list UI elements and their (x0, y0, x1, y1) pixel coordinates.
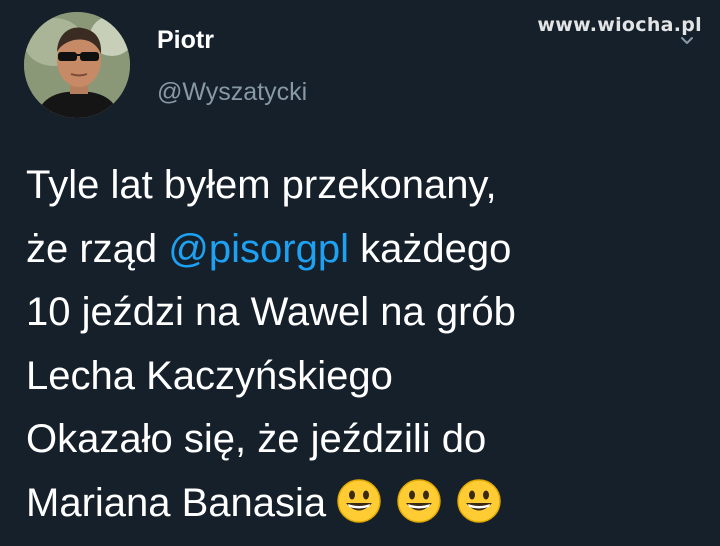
tweet-line: 10 jeździ na Wawel na grób (26, 290, 516, 334)
tweet-line: że rząd @pisorgpl każdego (26, 218, 706, 282)
grinning-face-icon (337, 478, 381, 523)
site-watermark: www.wiocha.pl (537, 14, 702, 36)
tweet-text-segment: Mariana Banasia (26, 480, 327, 525)
tweet-line: Tyle lat byłem przekonany, (26, 163, 497, 207)
mention-link[interactable]: @pisorgpl (168, 227, 349, 271)
avatar[interactable] (24, 12, 130, 118)
author-name[interactable]: Piotr (157, 26, 214, 55)
tweet-line: Mariana Banasia (26, 472, 706, 536)
tweet-line: Lecha Kaczyńskiego (26, 353, 393, 398)
tweet-text-segment: każdego (348, 226, 512, 271)
tweet-text: Tyle lat byłem przekonany, że rząd @piso… (26, 154, 706, 535)
grinning-face-icon (457, 478, 501, 523)
tweet-text-segment: że rząd (26, 226, 169, 271)
grinning-face-icon (397, 478, 441, 523)
chevron-down-icon[interactable] (680, 34, 694, 48)
author-handle[interactable]: @Wyszatycki (157, 78, 307, 107)
avatar-photo (24, 12, 130, 118)
tweet-line: Okazało się, że jeździli do (26, 417, 487, 461)
